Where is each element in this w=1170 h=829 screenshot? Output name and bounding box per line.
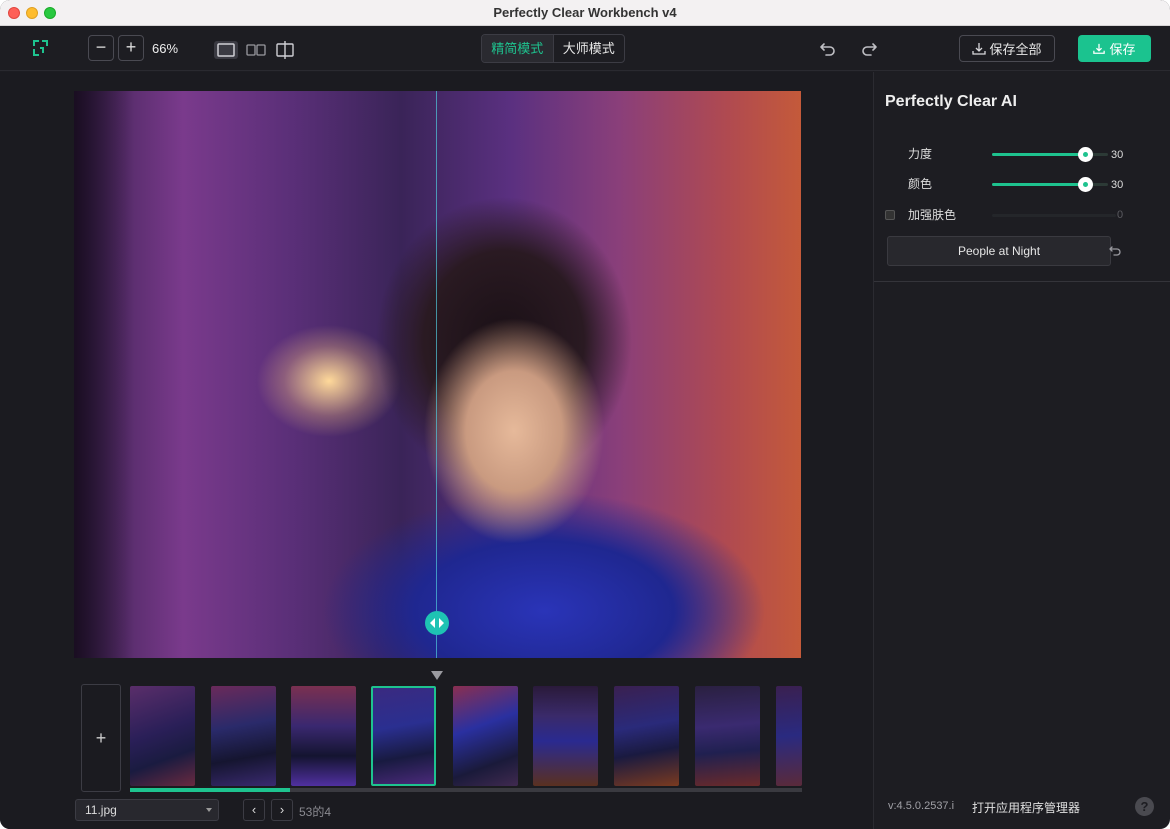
download-icon	[972, 42, 987, 55]
strength-label: 力度	[908, 147, 933, 161]
toolbar: − + 66% 精简模式 大师模式 保存全部 保存	[0, 26, 1170, 71]
zoom-out-button[interactable]: −	[88, 35, 114, 61]
filmstrip-scroll-thumb[interactable]	[130, 788, 290, 792]
save-label: 保存	[1109, 42, 1136, 57]
download-icon	[1093, 43, 1106, 54]
main-photo-preview[interactable]	[74, 91, 801, 658]
panel-separator	[874, 281, 1170, 282]
redo-icon[interactable]	[859, 39, 879, 59]
color-value: 30	[1111, 179, 1124, 191]
strength-value: 30	[1111, 149, 1124, 161]
panel-title: Perfectly Clear AI	[885, 93, 1017, 110]
save-all-label: 保存全部	[989, 42, 1042, 57]
save-button[interactable]: 保存	[1078, 35, 1151, 62]
help-icon[interactable]: ?	[1135, 797, 1154, 816]
split-view-icon[interactable]	[273, 41, 297, 59]
undo-icon[interactable]	[818, 39, 838, 59]
skin-enhance-slider	[992, 214, 1116, 217]
skin-enhance-value: 0	[1117, 209, 1124, 221]
file-select[interactable]: 11.jpg	[75, 799, 219, 821]
thumbnail[interactable]	[211, 686, 276, 786]
prev-image-button[interactable]: ‹	[243, 799, 265, 821]
current-thumbnail-marker	[431, 671, 443, 680]
thumbnail[interactable]	[695, 686, 760, 786]
zoom-level: 66%	[152, 41, 179, 56]
single-view-icon[interactable]	[214, 41, 238, 59]
thumbnail[interactable]	[291, 686, 356, 786]
skin-enhance-checkbox[interactable]	[885, 210, 895, 220]
side-by-side-view-icon[interactable]	[244, 41, 268, 59]
thumbnail-selected[interactable]	[371, 686, 436, 786]
color-slider-thumb[interactable]	[1078, 177, 1093, 192]
open-app-manager-link[interactable]: 打开应用程序管理器	[972, 799, 1080, 816]
strength-slider-thumb[interactable]	[1078, 147, 1093, 162]
thumbnail[interactable]	[453, 686, 518, 786]
color-label: 颜色	[908, 177, 933, 191]
color-slider-fill	[992, 183, 1085, 186]
thumbnail[interactable]	[533, 686, 598, 786]
add-image-button[interactable]: +	[81, 684, 121, 792]
split-arrows-icon	[430, 618, 444, 628]
skin-enhance-label: 加强肤色	[908, 208, 957, 222]
tab-simple-mode[interactable]: 精简模式	[482, 35, 554, 62]
save-all-button[interactable]: 保存全部	[959, 35, 1055, 62]
file-select-value: 11.jpg	[85, 803, 117, 817]
color-slider[interactable]	[992, 177, 1108, 192]
zoom-in-button[interactable]: +	[118, 35, 144, 61]
strength-slider[interactable]	[992, 147, 1108, 162]
version-text: v:4.5.0.2537.i	[888, 800, 955, 812]
image-counter: 53的4	[299, 805, 332, 819]
minimize-window-button[interactable]	[26, 7, 38, 19]
app-window: Perfectly Clear Workbench v4 − + 66% 精简模…	[0, 0, 1170, 829]
photo-shadow	[74, 91, 134, 658]
maximize-window-button[interactable]	[44, 7, 56, 19]
thumbnail[interactable]	[776, 686, 802, 786]
tab-master-mode[interactable]: 大师模式	[554, 35, 625, 62]
close-window-button[interactable]	[8, 7, 20, 19]
compare-split-handle[interactable]	[425, 611, 449, 635]
thumbnail[interactable]	[614, 686, 679, 786]
title-bar: Perfectly Clear Workbench v4	[0, 0, 1170, 26]
compare-split-line	[436, 91, 437, 658]
panel-divider	[873, 72, 874, 829]
next-image-button[interactable]: ›	[271, 799, 293, 821]
window-title: Perfectly Clear Workbench v4	[493, 5, 677, 20]
app-logo-icon	[33, 40, 48, 56]
filmstrip-scrollbar[interactable]	[130, 788, 802, 792]
strength-slider-fill	[992, 153, 1085, 156]
thumbnail[interactable]	[130, 686, 195, 786]
mode-switch: 精简模式 大师模式	[481, 34, 625, 63]
reset-icon[interactable]	[1108, 244, 1122, 258]
filmstrip: +	[81, 684, 803, 792]
preset-select[interactable]: People at Night	[887, 236, 1111, 266]
chevron-down-icon	[206, 808, 212, 812]
